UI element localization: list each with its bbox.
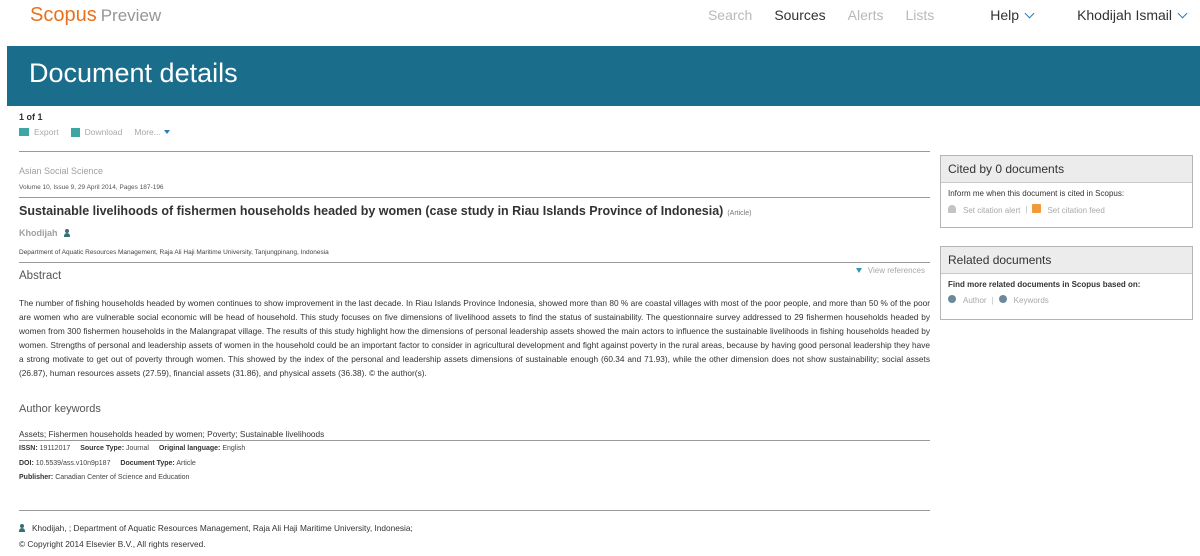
document-type-label: Document Type: — [120, 460, 175, 467]
affiliation: Department of Aquatic Resources Manageme… — [19, 249, 329, 256]
related-documents-heading: Related documents — [941, 247, 1192, 274]
author-icon — [19, 524, 25, 532]
scopus-logo[interactable]: Scopus Preview — [30, 4, 161, 27]
document-title: Sustainable livelihoods of fishermen hou… — [19, 204, 751, 218]
related-keywords-label: Keywords — [1013, 296, 1049, 305]
source-type-value: Journal — [125, 445, 149, 452]
related-documents-text: Find more related documents in Scopus ba… — [948, 280, 1141, 289]
footer-author-affiliation: Khodijah, ; Department of Aquatic Resour… — [19, 523, 413, 533]
export-label: Export — [34, 127, 59, 137]
page-banner: Document details — [7, 46, 1200, 106]
journal-link[interactable]: Asian Social Science — [19, 166, 103, 176]
author-entry: Khodijah — [19, 228, 70, 238]
doi-label: DOI: — [19, 460, 34, 467]
download-label: Download — [84, 127, 123, 137]
issn-label: ISSN: — [19, 445, 38, 452]
set-citation-alert-label: Set citation alert — [963, 205, 1021, 215]
nav-links: Search Sources Alerts Lists Help Khodija… — [686, 7, 1188, 23]
page-title: Document details — [29, 58, 238, 88]
separator: | — [991, 295, 994, 305]
chevron-down-icon — [1024, 8, 1035, 19]
bell-icon — [948, 204, 956, 213]
download-icon — [70, 127, 80, 137]
related-documents-panel: Related documents Find more related docu… — [940, 246, 1193, 320]
divider — [19, 510, 930, 511]
author-keywords-heading: Author keywords — [19, 403, 101, 415]
related-author-label: Author — [963, 296, 987, 305]
nav-alerts-link[interactable]: Alerts — [848, 7, 884, 23]
author-profile-icon[interactable] — [63, 229, 70, 237]
nav-help-menu[interactable]: Help — [968, 7, 1035, 23]
view-references-label: View references — [867, 266, 925, 275]
divider — [19, 262, 930, 263]
document-toolbar: Export Download More... — [19, 127, 182, 137]
publisher-label: Publisher: — [19, 474, 54, 481]
result-pager: 1 of 1 — [19, 112, 43, 122]
divider — [19, 197, 930, 198]
abstract-heading: Abstract — [19, 270, 62, 282]
top-navigation: Scopus Preview Search Sources Alerts List… — [0, 0, 1200, 46]
search-icon — [998, 295, 1007, 303]
more-label: More... — [134, 127, 161, 137]
meta-row-issn: ISSN: 19112017 Source Type: Journal Orig… — [19, 445, 245, 452]
separator: | — [1025, 205, 1028, 214]
triangle-down-icon — [855, 268, 862, 273]
related-links: Author | Keywords — [948, 295, 1185, 305]
search-icon — [948, 295, 956, 303]
document-type-value: Article — [176, 460, 196, 467]
nav-search-link[interactable]: Search — [708, 7, 752, 23]
set-citation-feed-label: Set citation feed — [1047, 206, 1105, 215]
doi-value: 10.5539/ass.v10n9p187 — [35, 460, 111, 467]
issn-value: 19112017 — [39, 445, 71, 452]
source-type-label: Source Type: — [80, 445, 125, 452]
volume-info: Volume 10, Issue 9, 29 April 2014, Pages… — [19, 184, 164, 191]
user-name: Khodijah Ismail — [1077, 7, 1172, 23]
language-value: English — [222, 445, 246, 452]
set-citation-feed-link[interactable]: Set citation feed — [1032, 204, 1105, 215]
meta-row-publisher: Publisher: Canadian Center of Science an… — [19, 474, 189, 481]
nav-sources-link[interactable]: Sources — [774, 7, 825, 23]
cited-by-heading: Cited by 0 documents — [941, 156, 1192, 183]
logo-text: Scopus — [30, 4, 97, 26]
logo-preview-text: Preview — [100, 6, 162, 25]
abstract-text: The number of fishing households headed … — [19, 298, 930, 378]
download-button[interactable]: Download — [70, 127, 123, 137]
export-button[interactable]: Export — [19, 127, 59, 137]
document-type-tag: (Article) — [727, 210, 752, 217]
divider — [19, 440, 930, 441]
related-author-link[interactable]: Author — [948, 295, 987, 305]
author-link[interactable]: Khodijah — [19, 228, 58, 238]
caret-down-icon — [163, 130, 170, 134]
cited-by-text: Inform me when this document is cited in… — [948, 189, 1125, 198]
user-menu[interactable]: Khodijah Ismail — [1055, 7, 1188, 23]
related-keywords-link[interactable]: Keywords — [998, 295, 1049, 305]
chevron-down-icon — [1177, 8, 1188, 19]
view-references-link[interactable]: View references — [855, 266, 925, 275]
set-citation-alert-link[interactable]: Set citation alert — [948, 204, 1021, 215]
author-keywords: Assets; Fishermen households headed by w… — [19, 429, 325, 439]
rss-icon — [1032, 204, 1042, 213]
export-icon — [19, 128, 29, 136]
divider — [19, 151, 930, 152]
language-label: Original language: — [158, 445, 221, 452]
meta-row-doi: DOI: 10.5539/ass.v10n9p187 Document Type… — [19, 460, 196, 467]
publisher-value: Canadian Center of Science and Education — [55, 474, 190, 481]
cited-by-panel: Cited by 0 documents Inform me when this… — [940, 155, 1193, 228]
related-documents-body: Find more related documents in Scopus ba… — [941, 274, 1192, 311]
nav-lists-link[interactable]: Lists — [905, 7, 934, 23]
help-label: Help — [990, 7, 1020, 23]
cited-by-body: Inform me when this document is cited in… — [941, 183, 1192, 221]
copyright: © Copyright 2014 Elsevier B.V., All righ… — [19, 539, 206, 549]
footer-author-text: Khodijah, ; Department of Aquatic Resour… — [32, 523, 413, 533]
citation-links: Set citation alert | Set citation feed — [948, 204, 1185, 215]
document-title-text: Sustainable livelihoods of fishermen hou… — [19, 204, 724, 218]
more-menu-button[interactable]: More... — [134, 127, 170, 137]
